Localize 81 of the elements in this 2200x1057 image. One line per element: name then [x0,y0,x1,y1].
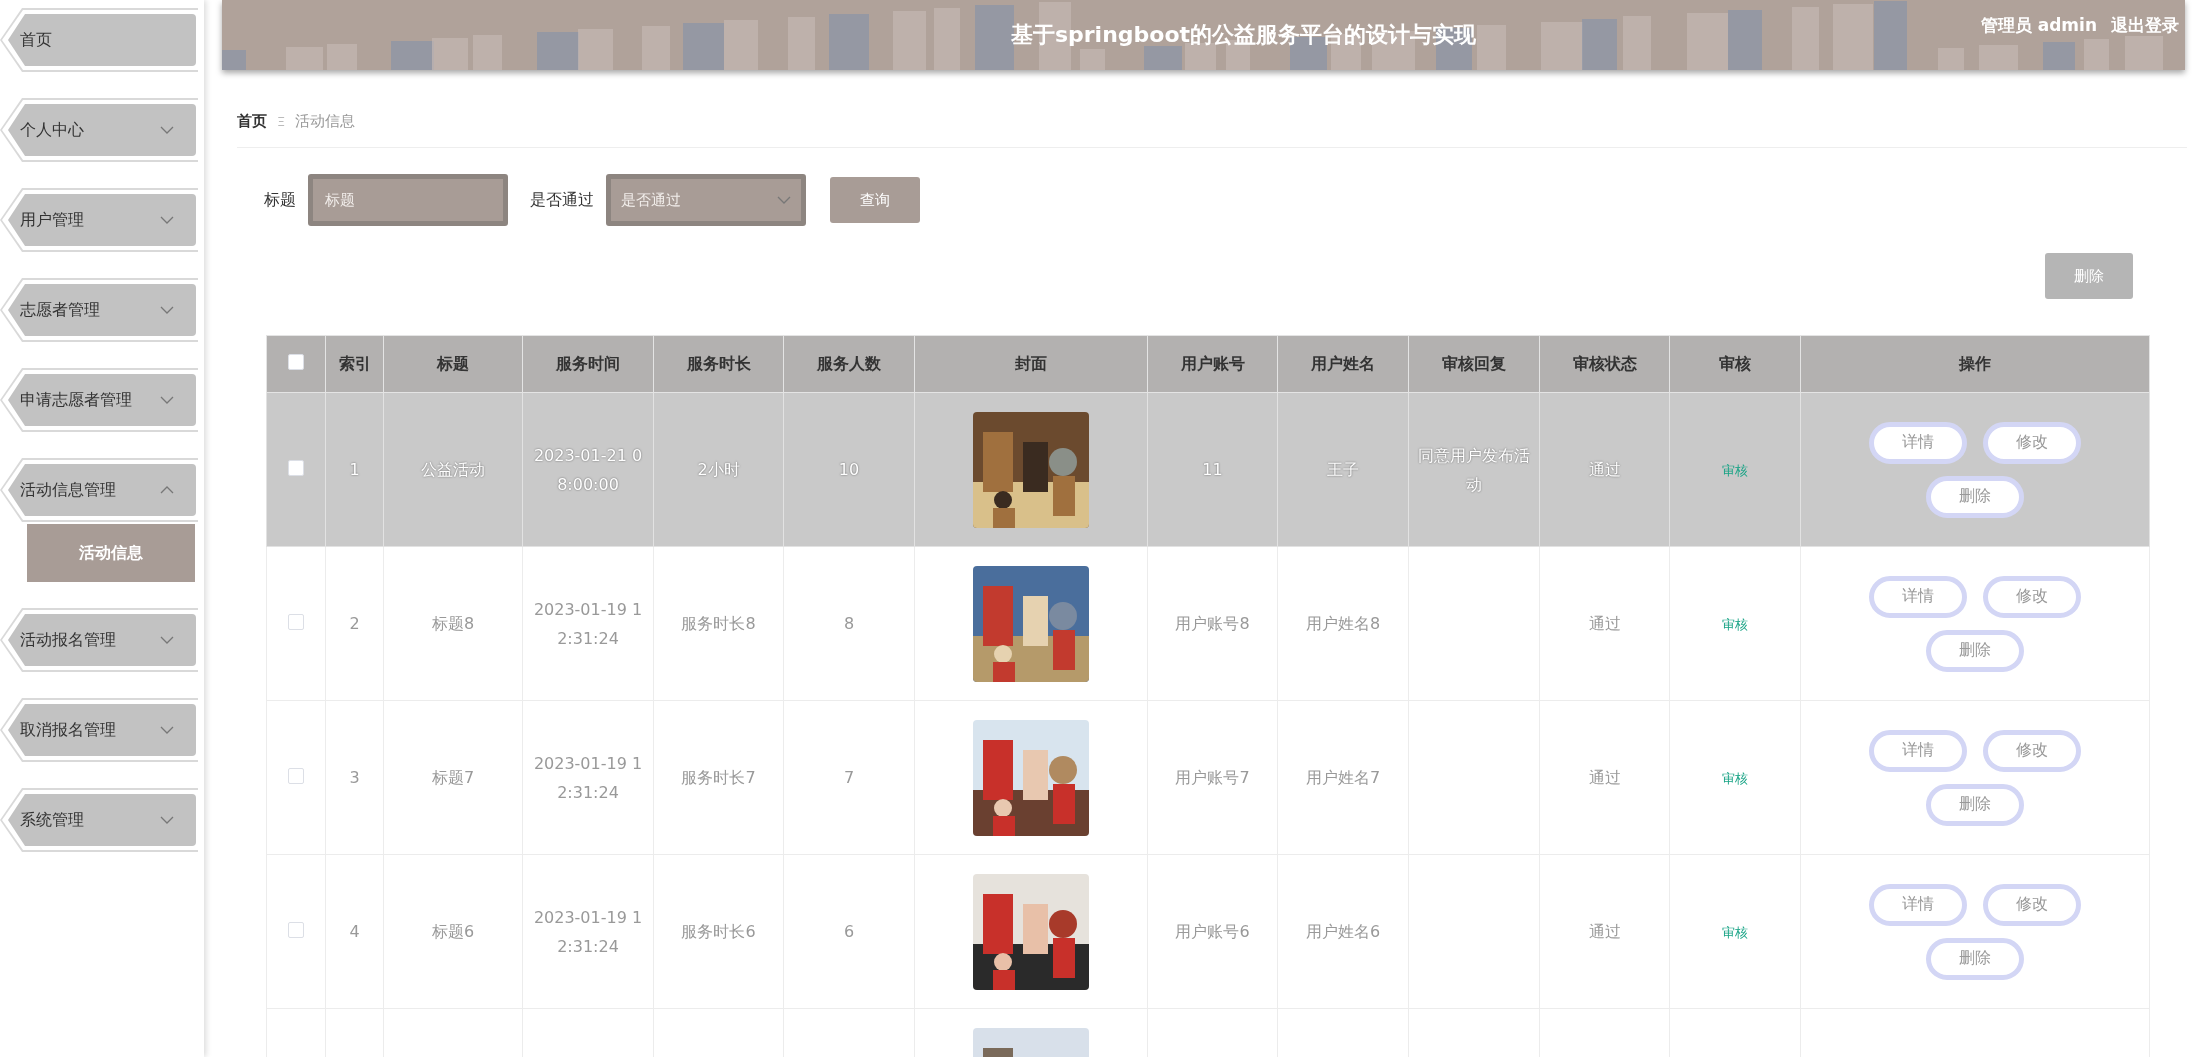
review-link[interactable]: 审核 [1722,616,1748,632]
row-checkbox[interactable] [288,613,304,630]
table-cell: 标题6 [431,922,475,941]
column-header: 操作 [1800,335,2150,393]
review-link[interactable]: 审核 [1722,770,1748,786]
table-cell: 6 [843,922,855,941]
chevron-icon [777,195,791,205]
table-cell: 用户姓名7 [1305,768,1381,787]
table-cell: 4 [349,922,360,941]
column-header: 标题 [383,335,523,393]
column-header: 审核回复 [1408,335,1540,393]
column-header: 封面 [914,335,1148,393]
sidebar-item[interactable]: 个人中心 [0,98,198,162]
delete-button[interactable]: 删除 [2045,253,2133,299]
table-cell: 8 [843,614,855,633]
table-cell: 用户姓名8 [1305,614,1381,633]
table-cell: 用户账号6 [1175,922,1250,941]
review-link[interactable]: 审核 [1722,462,1748,478]
table-cell: 用户账号8 [1175,614,1250,633]
sidebar-item[interactable]: 首页 [0,8,198,72]
column-header: 审核 [1669,335,1801,393]
column-header: 用户账号 [1147,335,1278,393]
status-select[interactable]: 是否通过 [606,174,806,226]
table-cell: 通过 [1588,768,1621,787]
field-label: 是否通过 [530,189,594,211]
table-cell: 用户姓名6 [1305,922,1381,941]
column-header: 用户姓名 [1277,335,1409,393]
sidebar-item[interactable]: 取消报名管理 [0,698,198,762]
title-input[interactable]: 标题 [323,190,493,210]
table-cell: 2 [349,614,360,633]
table-cell: 用户账号7 [1175,768,1250,787]
action-button[interactable]: 详情 [1869,729,1967,772]
table-cell: 服务时长6 [681,922,756,941]
table-cell: 服务时长7 [681,768,756,787]
action-button[interactable]: 修改 [1983,421,2081,464]
row-checkbox[interactable] [288,767,304,784]
action-button[interactable]: 修改 [1983,575,2081,618]
sidebar-item[interactable]: 活动报名管理 [0,608,198,672]
action-button[interactable]: 详情 [1869,421,1967,464]
action-button[interactable]: 删除 [1926,475,2024,518]
review-link[interactable]: 审核 [1722,924,1748,940]
sidebar-item[interactable]: 志愿者管理 [0,278,198,342]
column-header: 服务人数 [783,335,915,393]
row-checkbox[interactable] [288,921,304,938]
logout-link[interactable]: 退出登录 [2111,14,2179,37]
column-header: 索引 [325,335,384,393]
action-button[interactable]: 详情 [1869,883,1967,926]
action-button[interactable]: 详情 [1869,575,1967,618]
title-field[interactable]: 标题 [308,174,508,226]
row-checkbox[interactable] [288,459,304,476]
table-cell: 通过 [1588,614,1621,633]
sidebar-item[interactable]: 系统管理 [0,788,198,852]
table-cell: 2023-01-19 12:31:24 [533,753,643,802]
action-button[interactable]: 修改 [1983,883,2081,926]
breadcrumb-link[interactable]: 活动信息 [295,112,356,131]
table-cell: 通过 [1588,922,1621,941]
query-button[interactable]: 查询 [830,177,920,223]
table-cell: 服务时长8 [681,614,756,633]
table-cell: 3 [349,768,360,787]
action-button[interactable]: 修改 [1983,729,2081,772]
action-button[interactable]: 删除 [1926,783,2024,826]
table-cell: 7 [843,768,855,787]
table-cell: 标题8 [431,614,475,633]
action-button[interactable]: 删除 [1926,629,2024,672]
column-header: 服务时间 [522,335,654,393]
app-title: 基于springboot的公益服务平台的设计与实现 [1010,21,1477,49]
table-cell: 2023-01-19 12:31:24 [533,599,643,648]
sidebar-item[interactable]: 用户管理 [0,188,198,252]
submenu-item[interactable]: 活动信息 [27,524,195,582]
action-button[interactable]: 删除 [1926,937,2024,980]
breadcrumb-separator: Ξ [277,114,286,129]
breadcrumb-link[interactable]: 首页 [237,112,267,131]
sidebar-item[interactable]: 申请志愿者管理 [0,368,198,432]
sidebar-item[interactable]: 活动信息管理 [0,458,198,522]
user-label: 管理员 admin [1980,14,2097,37]
table-cell: 标题7 [431,768,475,787]
select-all-checkbox[interactable] [288,354,304,370]
field-label: 标题 [264,189,296,211]
column-header: 服务时长 [653,335,784,393]
column-header: 审核状态 [1539,335,1670,393]
table-cell: 2023-01-19 12:31:24 [533,907,643,956]
